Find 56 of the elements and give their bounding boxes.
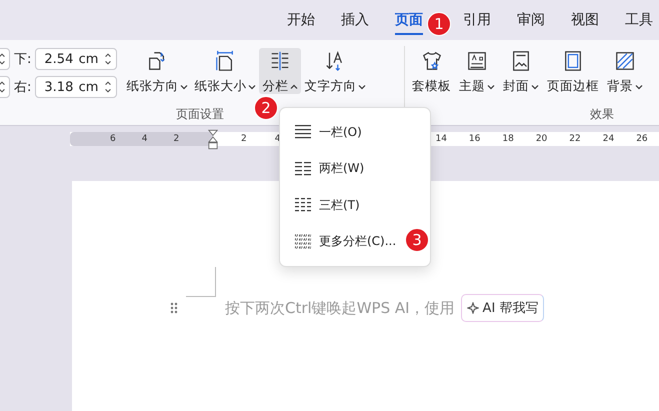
spinner-arrows-icon[interactable]: [104, 51, 112, 67]
ruler-number: 24: [602, 134, 614, 144]
dotted-columns-icon: [295, 234, 311, 250]
ruler-number: 6: [110, 134, 116, 144]
field-label: 下:: [14, 51, 32, 68]
ruler-number: 22: [569, 134, 581, 144]
ribbon-button[interactable]: 纸张方向: [123, 48, 192, 94]
page-border-icon: [562, 50, 584, 72]
ribbon-tab[interactable]: 开始: [285, 4, 317, 36]
ribbon-button[interactable]: 文字方向: [301, 48, 370, 94]
ai-hint-text: 按下两次Ctrl键唤起WPS AI，使用: [225, 298, 455, 318]
ribbon-button[interactable]: 分栏: [259, 48, 302, 94]
spinner-arrows-icon[interactable]: [0, 51, 6, 67]
shirt-icon: [420, 50, 442, 72]
margin-field[interactable]: 3.18 cm: [35, 76, 118, 98]
ruler-number: 16: [468, 134, 480, 144]
margin-corner-mark: [186, 267, 216, 297]
ribbon-button[interactable]: 主题: [456, 48, 498, 94]
ruler-number: 14: [435, 134, 447, 144]
ribbon-tab[interactable]: 页面: [393, 4, 425, 36]
ai-write-button[interactable]: AI 帮我写: [460, 294, 544, 322]
theme-icon: [466, 50, 488, 72]
ribbon-tab[interactable]: 引用: [461, 4, 493, 36]
ruler-number: 4: [142, 134, 148, 144]
ribbon-button[interactable]: 页面边框: [544, 48, 602, 94]
drag-handle-icon[interactable]: [170, 302, 178, 314]
ribbon-tab[interactable]: 工具: [623, 4, 655, 36]
spinner-arrows-icon[interactable]: [0, 79, 6, 95]
ruler-number: 26: [636, 134, 648, 144]
hatched-square-icon: [614, 50, 636, 72]
ribbon-tab[interactable]: 视图: [569, 4, 601, 36]
ruler-number: 18: [502, 134, 514, 144]
sparkle-icon: [466, 302, 479, 314]
ribbon-button[interactable]: 封面: [500, 48, 542, 94]
ruler-number: 2: [241, 134, 247, 144]
menu-item[interactable]: 三栏(T): [280, 187, 430, 224]
group-label: 页面设置: [176, 106, 224, 123]
menu-item[interactable]: 两栏(W): [280, 150, 430, 187]
field-label: 右:: [14, 79, 32, 96]
ruler-number: 20: [536, 134, 548, 144]
ribbon-button[interactable]: 纸张大小: [191, 48, 260, 94]
columns-icon: [269, 50, 292, 72]
spinner-arrows-icon[interactable]: [104, 79, 112, 95]
cover-page-icon: [510, 50, 532, 72]
ribbon-tab[interactable]: 审阅: [515, 4, 547, 36]
columns-icon: [295, 124, 311, 140]
group-label: 效果: [590, 106, 614, 123]
columns-icon: [295, 160, 311, 177]
margin-field[interactable]: 2.54 cm: [35, 48, 118, 70]
ribbon-button[interactable]: 背景: [604, 48, 646, 94]
ribbon-tab[interactable]: 插入: [339, 4, 371, 36]
ruler-number: 2: [173, 134, 180, 144]
menu-item[interactable]: 一栏(O): [280, 114, 430, 150]
columns-icon: [295, 197, 311, 214]
ribbon-button[interactable]: 套模板: [409, 48, 454, 94]
step-number-badge: 1: [427, 12, 451, 36]
